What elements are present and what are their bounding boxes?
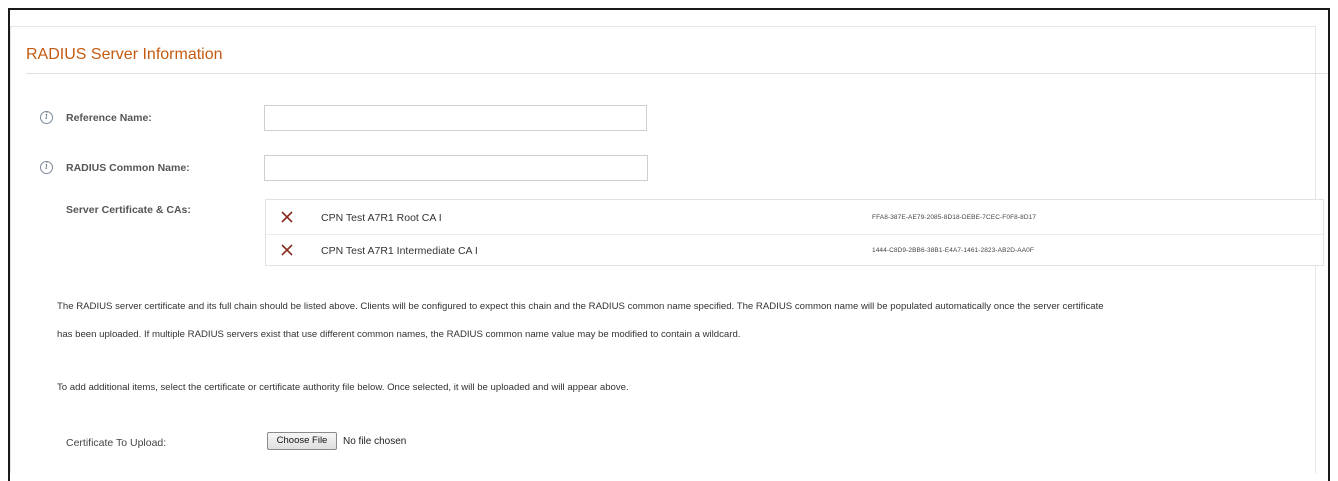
certificate-list: CPN Test A7R1 Root CA I FFA8-387E-AE79-2… xyxy=(265,199,1324,266)
common-name-input[interactable] xyxy=(264,155,648,181)
info-icon[interactable]: i xyxy=(40,111,53,124)
upload-label: Certificate To Upload: xyxy=(66,437,167,449)
help-text-line: The RADIUS server certificate and its fu… xyxy=(57,301,1104,312)
certificate-id: 1444-C8D9-2BB6-38B1-E4A7-1461-2823-AB2D-… xyxy=(872,247,1034,254)
close-x-icon[interactable] xyxy=(280,210,294,224)
reference-name-label: Reference Name: xyxy=(66,112,152,124)
certificate-row: CPN Test A7R1 Intermediate CA I 1444-C8D… xyxy=(266,234,1323,266)
info-icon[interactable]: i xyxy=(40,161,53,174)
certificate-id: FFA8-387E-AE79-2085-8D18-DEBE-7CEC-F0F8-… xyxy=(872,214,1037,221)
certificate-name: CPN Test A7R1 Intermediate CA I xyxy=(321,245,478,257)
section-divider xyxy=(26,73,1328,74)
choose-file-button[interactable]: Choose File xyxy=(267,432,337,450)
common-name-label: RADIUS Common Name: xyxy=(66,162,190,174)
reference-name-input[interactable] xyxy=(264,105,647,131)
close-x-icon[interactable] xyxy=(280,243,294,257)
help-text-line: has been uploaded. If multiple RADIUS se… xyxy=(57,329,741,340)
server-certs-label: Server Certificate & CAs: xyxy=(66,204,191,216)
section-title: RADIUS Server Information xyxy=(26,46,223,63)
certificate-name: CPN Test A7R1 Root CA I xyxy=(321,212,442,224)
file-status-text: No file chosen xyxy=(343,436,407,447)
certificate-row: CPN Test A7R1 Root CA I FFA8-387E-AE79-2… xyxy=(266,202,1323,234)
help-text-line: To add additional items, select the cert… xyxy=(57,382,629,393)
